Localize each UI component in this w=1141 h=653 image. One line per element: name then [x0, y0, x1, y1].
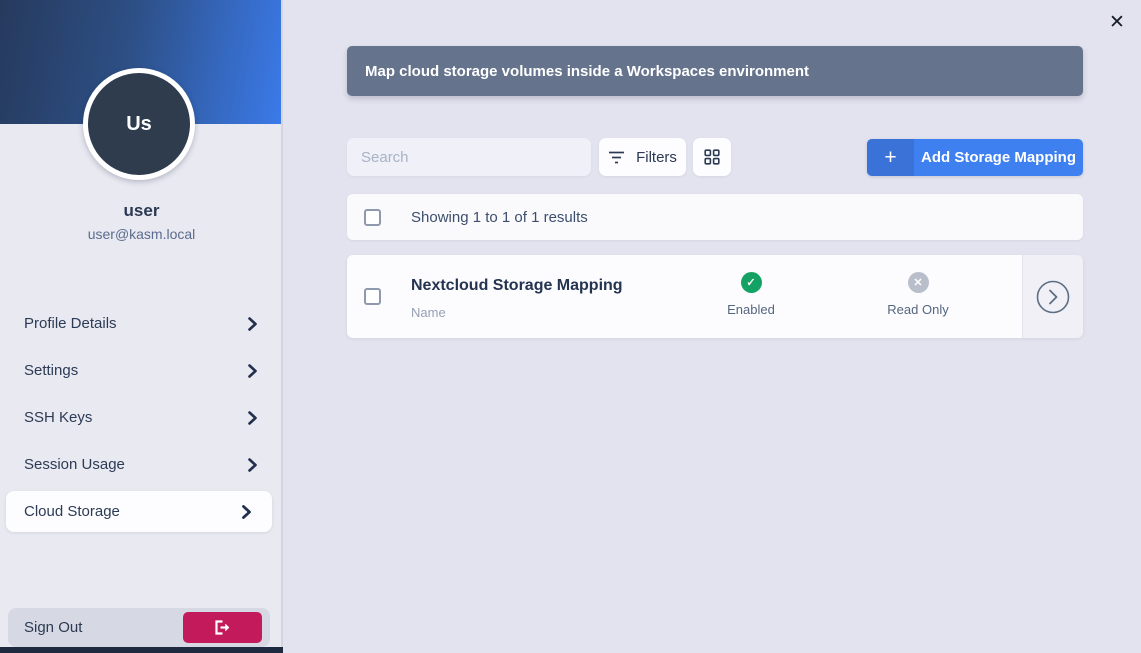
sidebar-item-cloud-storage[interactable]: Cloud Storage [6, 491, 272, 532]
user-email: user@kasm.local [0, 226, 283, 242]
sidebar-item-profile-details[interactable]: Profile Details [0, 300, 283, 347]
sign-out-icon [214, 620, 231, 635]
username: user [0, 201, 283, 221]
status-enabled-label: Enabled [691, 302, 811, 317]
results-summary: Showing 1 to 1 of 1 results [411, 209, 588, 226]
row-subtitle: Name [411, 305, 446, 320]
grid-view-button[interactable] [693, 138, 731, 176]
grid-icon [704, 149, 720, 165]
status-read-only-label: Read Only [858, 302, 978, 317]
add-storage-mapping-button[interactable]: + Add Storage Mapping [867, 139, 1083, 176]
sidebar-menu: Profile Details Settings SSH Keys Sessio… [0, 300, 283, 529]
menu-item-label: Cloud Storage [24, 503, 120, 520]
chevron-right-icon [242, 505, 251, 519]
close-button[interactable]: ✕ [1104, 10, 1130, 36]
x-circle-icon: ✕ [908, 272, 929, 293]
x-glyph: ✕ [913, 276, 922, 289]
search-input[interactable] [347, 138, 591, 176]
chevron-right-icon [248, 411, 257, 425]
status-enabled: ✓ Enabled [691, 272, 811, 317]
sidebar-item-settings[interactable]: Settings [0, 347, 283, 394]
check-circle-icon: ✓ [741, 272, 762, 293]
chevron-right-circle-icon [1036, 280, 1070, 314]
close-icon: ✕ [1109, 12, 1125, 33]
menu-item-label: SSH Keys [24, 409, 92, 426]
menu-item-label: Session Usage [24, 456, 125, 473]
sign-out-button[interactable] [183, 612, 262, 643]
app-root: { "sidebar": { "avatar_initials": "Us", … [0, 0, 1141, 653]
sign-out-bar[interactable]: Sign Out [8, 608, 270, 647]
row-main: Nextcloud Storage Mapping Name ✓ Enabled… [347, 255, 1022, 338]
menu-item-label: Profile Details [24, 315, 117, 332]
storage-mapping-row: Nextcloud Storage Mapping Name ✓ Enabled… [347, 255, 1083, 338]
sidebar-item-session-usage[interactable]: Session Usage [0, 441, 283, 488]
filters-button[interactable]: Filters [599, 138, 686, 176]
menu-item-label: Settings [24, 362, 78, 379]
toolbar: Filters + Add Storage Mapping [347, 138, 1083, 176]
chevron-right-icon [248, 458, 257, 472]
row-title: Nextcloud Storage Mapping [411, 277, 623, 295]
row-expand-button[interactable] [1022, 255, 1083, 338]
row-checkbox[interactable] [364, 288, 381, 305]
sidebar-bottom-strip [0, 647, 283, 653]
sidebar-item-ssh-keys[interactable]: SSH Keys [0, 394, 283, 441]
filter-icon [608, 151, 625, 164]
plus-icon: + [867, 139, 914, 176]
status-read-only: ✕ Read Only [858, 272, 978, 317]
avatar-initials: Us [126, 113, 152, 136]
chevron-right-icon [248, 364, 257, 378]
chevron-right-icon [248, 317, 257, 331]
filters-label: Filters [636, 149, 677, 166]
sign-out-label: Sign Out [24, 619, 82, 636]
cloud-storage-panel: ✕ Map cloud storage volumes inside a Wor… [285, 0, 1141, 653]
info-banner: Map cloud storage volumes inside a Works… [347, 46, 1083, 96]
select-all-checkbox[interactable] [364, 209, 381, 226]
profile-sidebar: Us user user@kasm.local Profile Details … [0, 0, 283, 653]
add-storage-mapping-label: Add Storage Mapping [914, 139, 1083, 176]
banner-text: Map cloud storage volumes inside a Works… [365, 63, 809, 80]
avatar: Us [83, 68, 195, 180]
check-glyph: ✓ [746, 276, 755, 289]
results-bar: Showing 1 to 1 of 1 results [347, 194, 1083, 240]
